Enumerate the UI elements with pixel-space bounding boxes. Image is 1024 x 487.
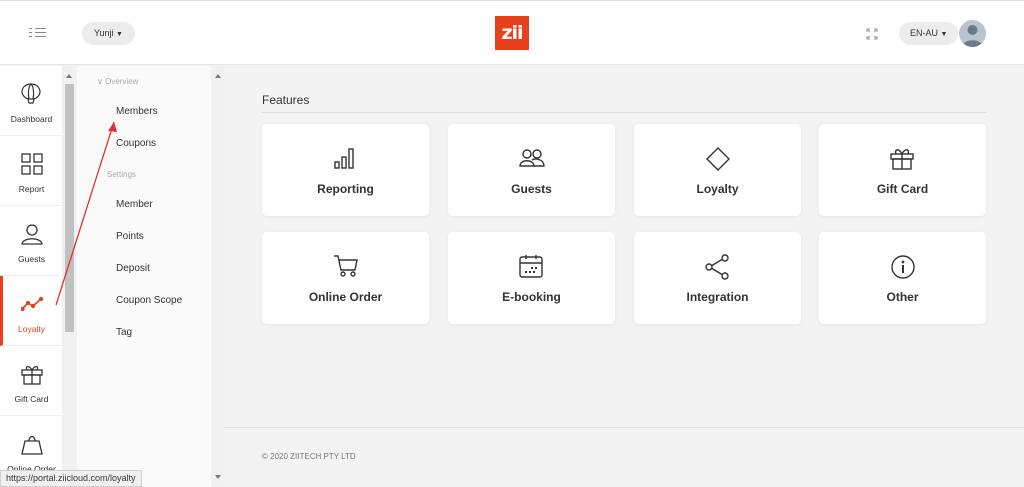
language-dropdown[interactable]: EN-AU ▼ [899,22,959,45]
avatar[interactable] [959,20,986,47]
submenu-section-overview[interactable]: ∨ Overview [97,77,138,86]
fullscreen-icon[interactable] [866,27,878,40]
status-bar-url: https://portal.ziicloud.com/loyalty [0,470,142,487]
rail-label: Loyalty [18,324,45,334]
card-label: E-booking [502,290,561,304]
cart-icon [334,255,358,277]
rail-label: Dashboard [10,114,53,124]
user-avatar-icon [962,25,983,47]
gift-icon [890,149,914,170]
feature-card-loyalty[interactable]: Loyalty [634,124,801,216]
zii-logo[interactable]: zii [495,16,529,50]
scrollbar-thumb[interactable] [65,84,74,332]
card-label: Guests [511,182,552,196]
card-label: Online Order [308,290,383,304]
rail-item-report[interactable]: Report [0,136,62,206]
rail-label: Report [18,184,45,194]
rail-item-gift-card[interactable]: Gift Card [0,346,62,416]
submenu-item-points[interactable]: Points [116,231,144,242]
feature-card-gift-card[interactable]: Gift Card [819,124,986,216]
submenu-item-tag[interactable]: Tag [116,327,132,338]
icon-rail: Dashboard Report Guests Loyalty Gift Car… [0,66,63,487]
rail-scrollbar[interactable] [63,66,76,487]
menu-toggle-icon[interactable] [28,25,48,41]
top-header: Yunji ▼ zii EN-AU ▼ [0,0,1024,65]
divider [224,427,1024,428]
person-icon [21,224,43,245]
submenu-item-deposit[interactable]: Deposit [116,263,150,274]
scroll-down-icon[interactable] [215,475,221,479]
info-icon [891,255,915,279]
card-label: Reporting [317,182,374,196]
user-dropdown[interactable]: Yunji ▼ [82,22,135,45]
rail-label: Guests [18,254,45,264]
submenu-item-member[interactable]: Member [116,199,153,210]
feature-card-e-booking[interactable]: E-booking [448,232,615,324]
language-label: EN-AU [910,28,939,38]
feature-card-integration[interactable]: Integration [634,232,801,324]
grid-icon [21,153,43,175]
user-name: Yunji [94,28,114,38]
submenu-item-members[interactable]: Members [116,106,158,117]
card-label: Gift Card [876,182,929,196]
rail-item-loyalty[interactable]: Loyalty [0,276,62,346]
rail-item-dashboard[interactable]: Dashboard [0,66,62,136]
section-label: Overview [105,77,139,86]
card-label: Integration [686,290,749,304]
copyright-footer: © 2020 ZIITECH PTY LTD [262,452,356,461]
feature-card-reporting[interactable]: Reporting [262,124,429,216]
calendar-icon [519,255,543,278]
share-icon [705,254,729,280]
submenu-scrollbar[interactable] [211,66,224,487]
caret-down-icon: ▼ [940,31,948,38]
features-heading: Features [262,93,310,107]
bag-icon [21,435,43,455]
chevron-down-icon: ∨ [97,77,103,86]
feature-card-guests[interactable]: Guests [448,124,615,216]
scroll-up-icon[interactable] [215,74,221,78]
card-label: Other [886,290,919,304]
gift-icon [21,365,43,385]
rail-label: Gift Card [14,394,49,404]
divider [262,112,986,113]
rail-item-guests[interactable]: Guests [0,206,62,276]
submenu-item-coupons[interactable]: Coupons [116,138,156,149]
submenu-item-coupon-scope[interactable]: Coupon Scope [116,295,182,306]
balloon-icon [21,83,41,104]
card-label: Loyalty [696,182,739,196]
caret-down-icon: ▼ [116,31,123,38]
loyalty-submenu: ∨ Overview Members Coupons Settings Memb… [77,66,211,487]
diamond-icon [706,147,730,171]
bar-chart-icon [334,148,354,169]
trend-icon [21,296,43,312]
feature-card-other[interactable]: Other [819,232,986,324]
submenu-section-settings: Settings [107,170,136,179]
users-icon [519,149,545,167]
scroll-up-icon[interactable] [66,74,72,78]
feature-card-online-order[interactable]: Online Order [262,232,429,324]
main-content: Features Reporting Guests Loyalty Gift C… [224,66,1024,487]
